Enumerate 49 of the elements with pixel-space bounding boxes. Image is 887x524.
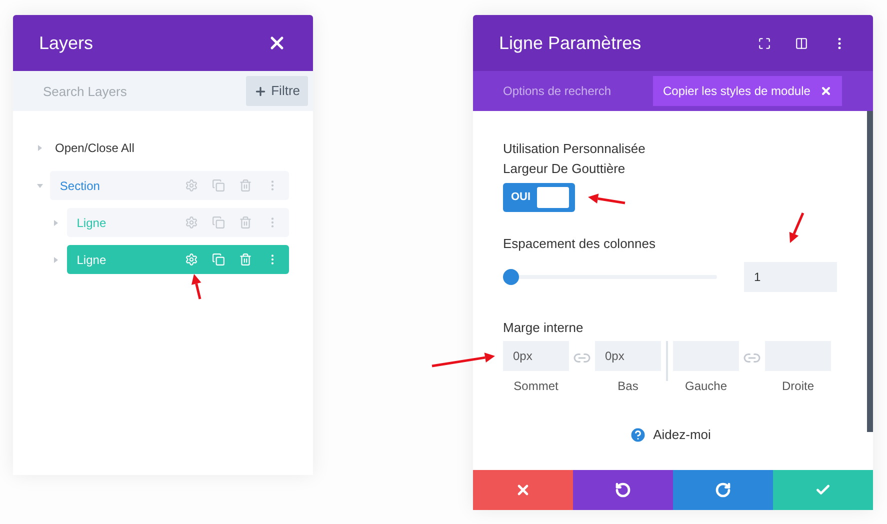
field-label: Gauche [684,378,728,395]
redo-button[interactable] [673,470,773,510]
caret-icon[interactable] [37,145,43,151]
field-label: Utilisation Personnalisée Largeur De Gouttière [503,140,646,178]
padding-field[interactable]: 0px [595,341,661,371]
settings-icon[interactable] [185,179,198,192]
field-label: Sommet [514,378,558,395]
redo-icon [715,482,731,498]
plus-icon [254,84,268,98]
close-icon[interactable] [820,85,832,97]
trash-icon[interactable] [239,253,252,266]
arrow-annotation [432,352,495,368]
layer-item[interactable]: Section [50,171,289,200]
slider-thumb[interactable] [503,268,519,284]
filter-button[interactable]: Filtre [246,76,308,106]
caret-icon[interactable] [53,256,59,262]
field-label: Espacement des colonnes [503,235,656,253]
search-field[interactable]: Search Layers [13,71,246,111]
undo-button[interactable] [573,470,673,510]
field-label: Bas [618,378,638,395]
field-label: Marge interne [503,318,584,337]
caret-icon[interactable] [53,220,59,226]
expand-icon[interactable] [758,36,771,50]
duplicate-icon[interactable] [212,216,225,229]
undo-icon [615,482,631,498]
slider[interactable] [503,268,717,284]
close-icon [515,482,531,498]
padding-field[interactable]: 0px [503,341,569,371]
arrow-annotation [588,194,626,204]
toggle-switch[interactable]: OUI [503,183,575,212]
duplicate-icon[interactable] [212,179,225,192]
arrow-annotation [191,274,202,300]
tab[interactable]: Options de recherch [473,76,653,106]
trash-icon[interactable] [239,216,252,229]
help-icon[interactable] [629,426,648,444]
help-link[interactable]: Aidez-moi [653,425,711,444]
panel-title: Ligne Paramètres [499,32,642,55]
tab[interactable]: Copier les styles de module [653,76,842,106]
panel-title: Layers [39,32,94,55]
caret-icon[interactable] [37,182,43,188]
settings-icon[interactable] [185,216,198,229]
duplicate-icon[interactable] [212,253,225,266]
scrollbar[interactable] [867,111,873,432]
value-field[interactable]: 1 [744,262,837,292]
trash-icon[interactable] [239,179,252,192]
open-close-all-link[interactable]: Open/Close All [55,139,134,157]
arrow-annotation [789,212,804,243]
field-label: Droite [782,378,814,395]
columns-icon[interactable] [795,36,808,50]
